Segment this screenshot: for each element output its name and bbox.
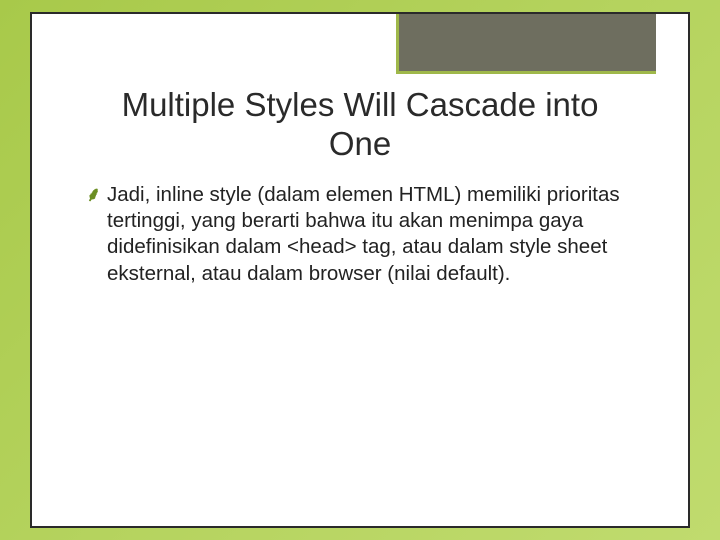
- slide-title: Multiple Styles Will Cascade into One: [86, 86, 634, 164]
- body-block: ⸙ Jadi, inline style (dalam elemen HTML)…: [86, 182, 634, 287]
- body-text: Jadi, inline style (dalam elemen HTML) m…: [107, 182, 634, 287]
- decorative-corner-box: [396, 14, 656, 74]
- slide-card: Multiple Styles Will Cascade into One ⸙ …: [30, 12, 690, 528]
- bullet-icon: ⸙: [86, 182, 101, 208]
